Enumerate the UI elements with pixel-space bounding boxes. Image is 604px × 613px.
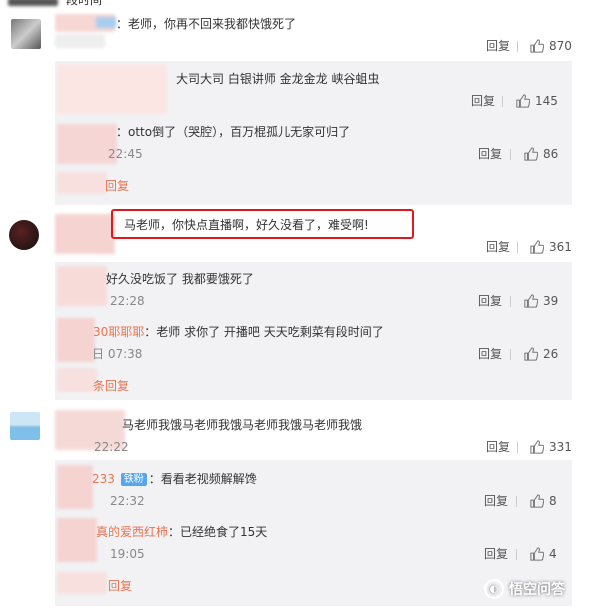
reply-text: ：otto倒了（哭腔），百万棍孤儿无家可归了 (116, 125, 351, 139)
view-more-replies-link[interactable]: 条回复 (93, 378, 129, 394)
blurred-reply-avatar (57, 518, 97, 562)
divider (517, 442, 518, 453)
like-button[interactable]: 145 (516, 93, 558, 109)
like-button[interactable]: 86 (524, 146, 558, 162)
comment-text: 马老师，你快点直播啊，好久没看了，难受啊! (124, 218, 369, 232)
like-count: 39 (543, 294, 559, 308)
divider (502, 96, 503, 107)
comment-text: ：老师，你再不回来我都快饿死了 (116, 17, 297, 31)
like-button[interactable]: 8 (530, 493, 557, 509)
divider (517, 242, 518, 253)
divider (517, 41, 518, 52)
divider (510, 149, 511, 160)
reply-button[interactable]: 回复 (484, 546, 508, 562)
like-button[interactable]: 39 (524, 293, 558, 309)
blurred-badge (96, 17, 116, 28)
fan-badge: 铁粉 (120, 473, 147, 486)
reply-button[interactable]: 回复 (484, 493, 508, 509)
timestamp: 日 07:38 (92, 347, 143, 361)
like-count: 26 (543, 347, 559, 361)
reply-button[interactable]: 回复 (478, 293, 502, 309)
blurred-text (57, 368, 97, 392)
divider (510, 349, 511, 360)
timestamp: 22:28 (110, 294, 145, 308)
reply-username[interactable]: 233 (92, 472, 115, 486)
watermark-logo-icon: ◐ (484, 579, 504, 599)
reply-text: 真的爱西红柿：已经绝食了15天 (96, 524, 267, 540)
like-button[interactable]: 331 (530, 439, 572, 455)
thumbs-up-icon (530, 39, 544, 53)
like-button[interactable]: 361 (530, 239, 572, 255)
view-more-replies-link[interactable]: 回复 (108, 578, 132, 594)
divider (510, 296, 511, 307)
watermark: ◐ 悟空问答 (484, 579, 565, 599)
thumbs-up-icon (524, 347, 538, 361)
timestamp: 22:22 (94, 440, 129, 454)
like-button[interactable]: 4 (530, 546, 557, 562)
like-button[interactable]: 870 (530, 38, 572, 54)
thumbs-up-icon (516, 94, 530, 108)
reply-text: 大司大司 白银讲师 金龙金龙 峡谷蛆虫 (176, 72, 380, 86)
divider (516, 496, 517, 507)
reply-username[interactable]: 真的爱西红柿 (96, 525, 168, 539)
divider (516, 549, 517, 560)
timestamp: 19:05 (110, 547, 145, 561)
avatar[interactable] (10, 412, 40, 440)
reply-username[interactable]: 30耶耶耶 (93, 325, 144, 339)
like-count: 331 (549, 440, 572, 454)
like-count: 145 (535, 94, 558, 108)
reply-body: ：已经绝食了15天 (168, 525, 268, 539)
blurred-text (57, 572, 107, 594)
like-count: 361 (549, 240, 572, 254)
view-more-replies-link[interactable]: 回复 (105, 178, 129, 194)
blurred-reply-avatar (57, 318, 95, 362)
thumbs-up-icon (530, 494, 544, 508)
comment-text: 马老师我饿马老师我饿马老师我饿马老师我饿 (122, 418, 363, 432)
reply-button[interactable]: 回复 (486, 439, 510, 455)
blurred-timestamp (55, 34, 105, 48)
cropped-username (8, 0, 58, 6)
reply-body: ：老师 求你了 开播吧 天天吃剩菜有段时间了 (144, 325, 384, 339)
like-count: 86 (543, 147, 559, 161)
watermark-text: 悟空问答 (509, 582, 565, 598)
like-count: 4 (549, 547, 557, 561)
blurred-text (57, 172, 107, 194)
blurred-reply-avatar (57, 266, 107, 306)
avatar[interactable] (9, 220, 39, 250)
like-count: 870 (549, 39, 572, 53)
thumbs-up-icon (530, 440, 544, 454)
reply-text: 30耶耶耶：老师 求你了 开播吧 天天吃剩菜有段时间了 (93, 324, 384, 340)
reply-button[interactable]: 回复 (478, 146, 502, 162)
thumbs-up-icon (530, 240, 544, 254)
like-count: 8 (549, 494, 557, 508)
blurred-reply-avatar (57, 64, 167, 114)
blurred-reply-avatar (57, 465, 93, 509)
top-partial-text: 段时间 (66, 0, 103, 7)
reply-button[interactable]: 回复 (478, 346, 502, 362)
thumbs-up-icon (524, 147, 538, 161)
reply-text: 好久没吃饭了 我都要饿死了 (106, 272, 254, 286)
like-button[interactable]: 26 (524, 346, 558, 362)
thumbs-up-icon (524, 294, 538, 308)
reply-body: ：看看老视频解解馋 (148, 472, 257, 486)
thumbs-up-icon (530, 547, 544, 561)
reply-text: 233 铁粉 ：看看老视频解解馋 (92, 471, 257, 487)
blurred-username[interactable] (55, 214, 115, 254)
timestamp: 22:32 (110, 494, 145, 508)
reply-button[interactable]: 回复 (471, 93, 495, 109)
avatar[interactable] (11, 19, 41, 49)
reply-button[interactable]: 回复 (486, 38, 510, 54)
timestamp: 22:45 (108, 147, 143, 161)
reply-button[interactable]: 回复 (486, 239, 510, 255)
